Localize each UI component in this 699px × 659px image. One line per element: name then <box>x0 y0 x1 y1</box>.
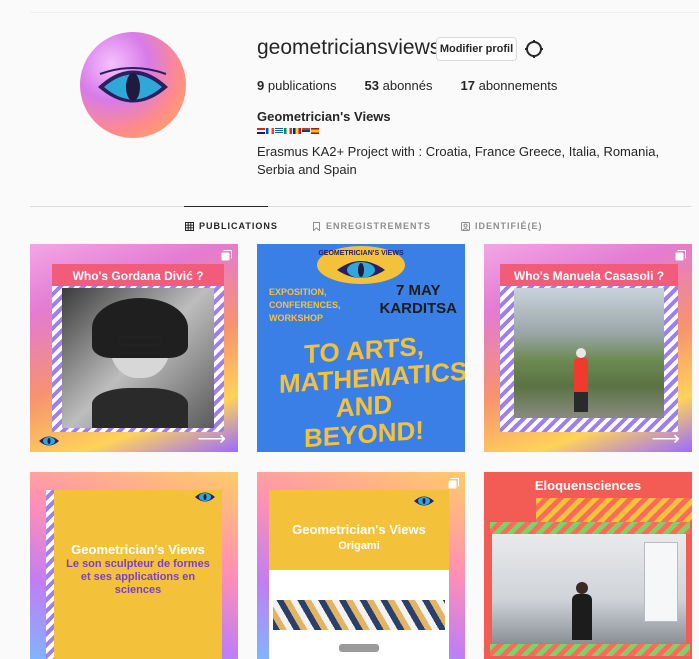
eye-logo-icon <box>414 496 434 506</box>
flags-emoji-row <box>257 128 319 134</box>
stripe-band <box>490 644 690 656</box>
eye-badge: GEOMETRICIAN'S VIEWS <box>317 246 405 284</box>
carousel-icon <box>675 250 686 261</box>
profile-username: geometriciansviews <box>257 36 441 59</box>
italy-flag-icon <box>284 128 292 134</box>
spain-flag-icon <box>311 128 319 134</box>
top-divider <box>30 12 699 13</box>
post-manuela[interactable]: Who's Manuela Casasoli ? ⟶ <box>484 244 692 452</box>
romania-flag-icon <box>293 128 301 134</box>
edit-profile-button[interactable]: Modifier profil <box>436 37 517 61</box>
post-title: Who's Gordana Divić ? <box>72 269 204 283</box>
france-flag-icon <box>266 128 274 134</box>
stripe-band <box>536 498 692 522</box>
post-title: Geometrician's Views <box>71 542 205 557</box>
post-exposition[interactable]: GEOMETRICIAN'S VIEWS EXPOSITION, CONFERE… <box>257 244 465 452</box>
origami-image <box>269 570 449 659</box>
eye-logo-icon <box>39 436 59 446</box>
slide-indicator <box>339 644 379 652</box>
profile-avatar[interactable] <box>80 32 186 138</box>
greece-flag-icon <box>275 128 283 134</box>
post-sculpteur[interactable]: Geometrician's Views Le son sculpteur de… <box>30 472 238 659</box>
event-headline: TO ARTS, MATHEMATICS, AND BEYOND! <box>279 330 465 452</box>
post-subtitle: Le son sculpteur de formes et ses applic… <box>66 558 210 596</box>
event-types: EXPOSITION, CONFERENCES, WORKSHOP <box>269 287 341 323</box>
gear-icon[interactable] <box>524 39 544 59</box>
croatia-flag-icon <box>257 128 265 134</box>
bookmark-icon <box>313 221 320 231</box>
carousel-icon <box>221 250 232 261</box>
event-date: 7 MAY KARDITSA <box>379 282 458 317</box>
profile-stats: 9 publications 53 abonnés 17 abonnements <box>257 78 585 93</box>
grid-icon <box>185 221 194 231</box>
eye-logo-icon <box>195 492 215 502</box>
tabs-divider <box>30 206 691 207</box>
post-gordana[interactable]: Who's Gordana Divić ? ⟶ <box>30 244 238 452</box>
tag-icon <box>461 221 470 231</box>
tab-saved[interactable]: ENREGISTREMENTS <box>312 221 431 231</box>
post-subtitle: Origami <box>338 540 380 552</box>
mountain-photo <box>514 288 664 418</box>
arrow-right-icon: ⟶ <box>651 428 680 450</box>
stat-followers[interactable]: 53 abonnés <box>365 78 433 93</box>
post-eloquensciences[interactable]: Eloquensciences <box>484 472 692 659</box>
stripe-band <box>490 522 690 534</box>
stat-following[interactable]: 17 abonnements <box>461 78 558 93</box>
post-title: Who's Manuela Casasoli ? <box>513 269 665 283</box>
carousel-icon <box>448 478 459 489</box>
stat-publications: 9 publications <box>257 78 337 93</box>
post-title: Eloquensciences <box>534 478 642 493</box>
post-title: Geometrician's Views <box>292 522 426 537</box>
classroom-photo <box>492 534 686 644</box>
active-tab-indicator <box>184 206 268 207</box>
tab-tagged[interactable]: IDENTIFIÉ(E) <box>461 221 543 231</box>
post-origami[interactable]: Geometrician's Views Origami <box>257 472 465 659</box>
profile-full-name: Geometrician's Views <box>257 109 391 124</box>
arrow-right-icon: ⟶ <box>197 428 226 450</box>
profile-bio: Erasmus KA2+ Project with : Croatia, Fra… <box>257 144 660 177</box>
portrait-photo <box>62 288 214 428</box>
tab-publications[interactable]: PUBLICATIONS <box>185 221 278 231</box>
serbia-flag-icon <box>302 128 310 134</box>
eye-logo-icon <box>98 67 168 103</box>
